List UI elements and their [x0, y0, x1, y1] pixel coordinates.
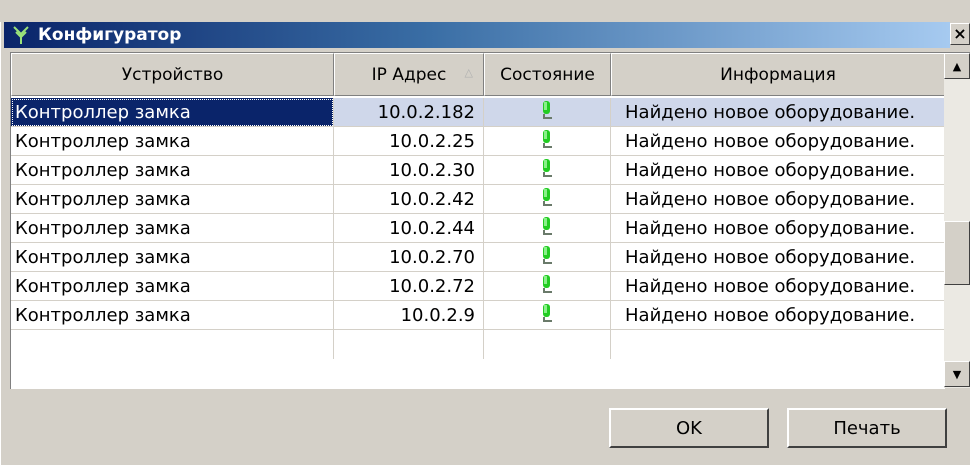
info-cell: Найдено новое оборудование. — [611, 301, 945, 330]
green-device-icon — [540, 158, 554, 183]
status-cell — [484, 185, 611, 214]
table-header: Устройство IP Адрес △ Состояние Информац… — [11, 53, 945, 96]
branch-network-icon — [10, 24, 32, 46]
device-name-cell: Контроллер замка — [11, 185, 334, 214]
ip-address-cell: 10.0.2.30 — [334, 156, 484, 185]
ip-address-cell: 10.0.2.9 — [334, 301, 484, 330]
print-button[interactable]: Печать — [787, 408, 947, 448]
status-cell — [484, 156, 611, 185]
arrow-up-icon: ▲ — [952, 59, 962, 73]
status-cell — [484, 243, 611, 272]
column-header-label: Устройство — [121, 64, 224, 85]
table-row[interactable]: Контроллер замка 10.0.2.42 Найдено новое о… — [11, 185, 945, 214]
scroll-thumb[interactable] — [944, 221, 970, 285]
scroll-down-button[interactable]: ▼ — [944, 361, 970, 387]
device-name-cell: Контроллер замка — [11, 272, 334, 301]
info-cell: Найдено новое оборудование. — [611, 214, 945, 243]
table-row[interactable]: Контроллер замка 10.0.2.70 Найдено новое о… — [11, 243, 945, 272]
title-bar[interactable]: Конфигуратор — [4, 22, 950, 48]
info-cell: Найдено новое оборудование. — [611, 185, 945, 214]
arrow-down-icon: ▼ — [952, 367, 962, 381]
table-row[interactable]: Контроллер замка 10.0.2.72 Найдено новое о… — [11, 272, 945, 301]
info-cell: Найдено новое оборудование. — [611, 272, 945, 301]
device-name-cell: Контроллер замка — [11, 98, 334, 127]
empty-cell — [334, 330, 484, 359]
ip-address-cell: 10.0.2.72 — [334, 272, 484, 301]
empty-cell — [611, 330, 945, 359]
table-row[interactable]: Контроллер замка 10.0.2.44 Найдено новое о… — [11, 214, 945, 243]
ip-address-cell: 10.0.2.182 — [334, 98, 484, 127]
configurator-window: Конфигуратор × Устройство IP Адрес △ Сос… — [0, 0, 970, 465]
green-device-icon — [540, 100, 554, 125]
status-cell — [484, 301, 611, 330]
column-header-label: Состояние — [500, 64, 595, 85]
column-header-label: IP Адрес — [371, 64, 447, 85]
column-header-info[interactable]: Информация — [611, 53, 945, 96]
device-name-cell: Контроллер замка — [11, 243, 334, 272]
table-row[interactable]: Контроллер замка 10.0.2.25 Найдено новое о… — [11, 127, 945, 156]
status-cell — [484, 214, 611, 243]
column-header-label: Информация — [720, 64, 836, 85]
green-device-icon — [540, 216, 554, 241]
column-header-ip[interactable]: IP Адрес △ — [334, 53, 484, 96]
status-cell — [484, 272, 611, 301]
sort-ascending-icon: △ — [464, 66, 473, 79]
empty-cell — [11, 330, 334, 359]
ip-address-cell: 10.0.2.42 — [334, 185, 484, 214]
ip-address-cell: 10.0.2.44 — [334, 214, 484, 243]
info-cell: Найдено новое оборудование. — [611, 156, 945, 185]
info-cell: Найдено новое оборудование. — [611, 98, 945, 127]
status-cell — [484, 127, 611, 156]
status-cell — [484, 98, 611, 127]
table-row[interactable]: Контроллер замка 10.0.2.9 Найдено новое об… — [11, 301, 945, 330]
table-row[interactable]: Контроллер замка 10.0.2.30 Найдено новое о… — [11, 156, 945, 185]
scroll-up-button[interactable]: ▲ — [944, 53, 970, 79]
info-cell: Найдено новое оборудование. — [611, 127, 945, 156]
green-device-icon — [540, 303, 554, 328]
green-device-icon — [540, 187, 554, 212]
device-name-cell: Контроллер замка — [11, 127, 334, 156]
ip-address-cell: 10.0.2.25 — [334, 127, 484, 156]
vertical-scrollbar[interactable]: ▲ ▼ — [944, 52, 970, 388]
device-name-cell: Контроллер замка — [11, 214, 334, 243]
table-row[interactable]: Контроллер замка 10.0.2.182 Найдено новое … — [11, 98, 945, 127]
info-cell: Найдено новое оборудование. — [611, 243, 945, 272]
ip-address-cell: 10.0.2.70 — [334, 243, 484, 272]
green-device-icon — [540, 245, 554, 270]
ok-button[interactable]: OK — [609, 408, 769, 448]
device-table[interactable]: Устройство IP Адрес △ Состояние Информац… — [10, 52, 945, 389]
close-button[interactable]: × — [950, 23, 970, 45]
column-header-device[interactable]: Устройство — [11, 53, 334, 96]
empty-row — [11, 330, 945, 359]
green-device-icon — [540, 274, 554, 299]
column-header-status[interactable]: Состояние — [484, 53, 611, 96]
window-title: Конфигуратор — [38, 25, 182, 45]
green-device-icon — [540, 129, 554, 154]
window-border — [0, 22, 4, 465]
device-name-cell: Контроллер замка — [11, 301, 334, 330]
device-name-cell: Контроллер замка — [11, 156, 334, 185]
empty-cell — [484, 330, 611, 359]
